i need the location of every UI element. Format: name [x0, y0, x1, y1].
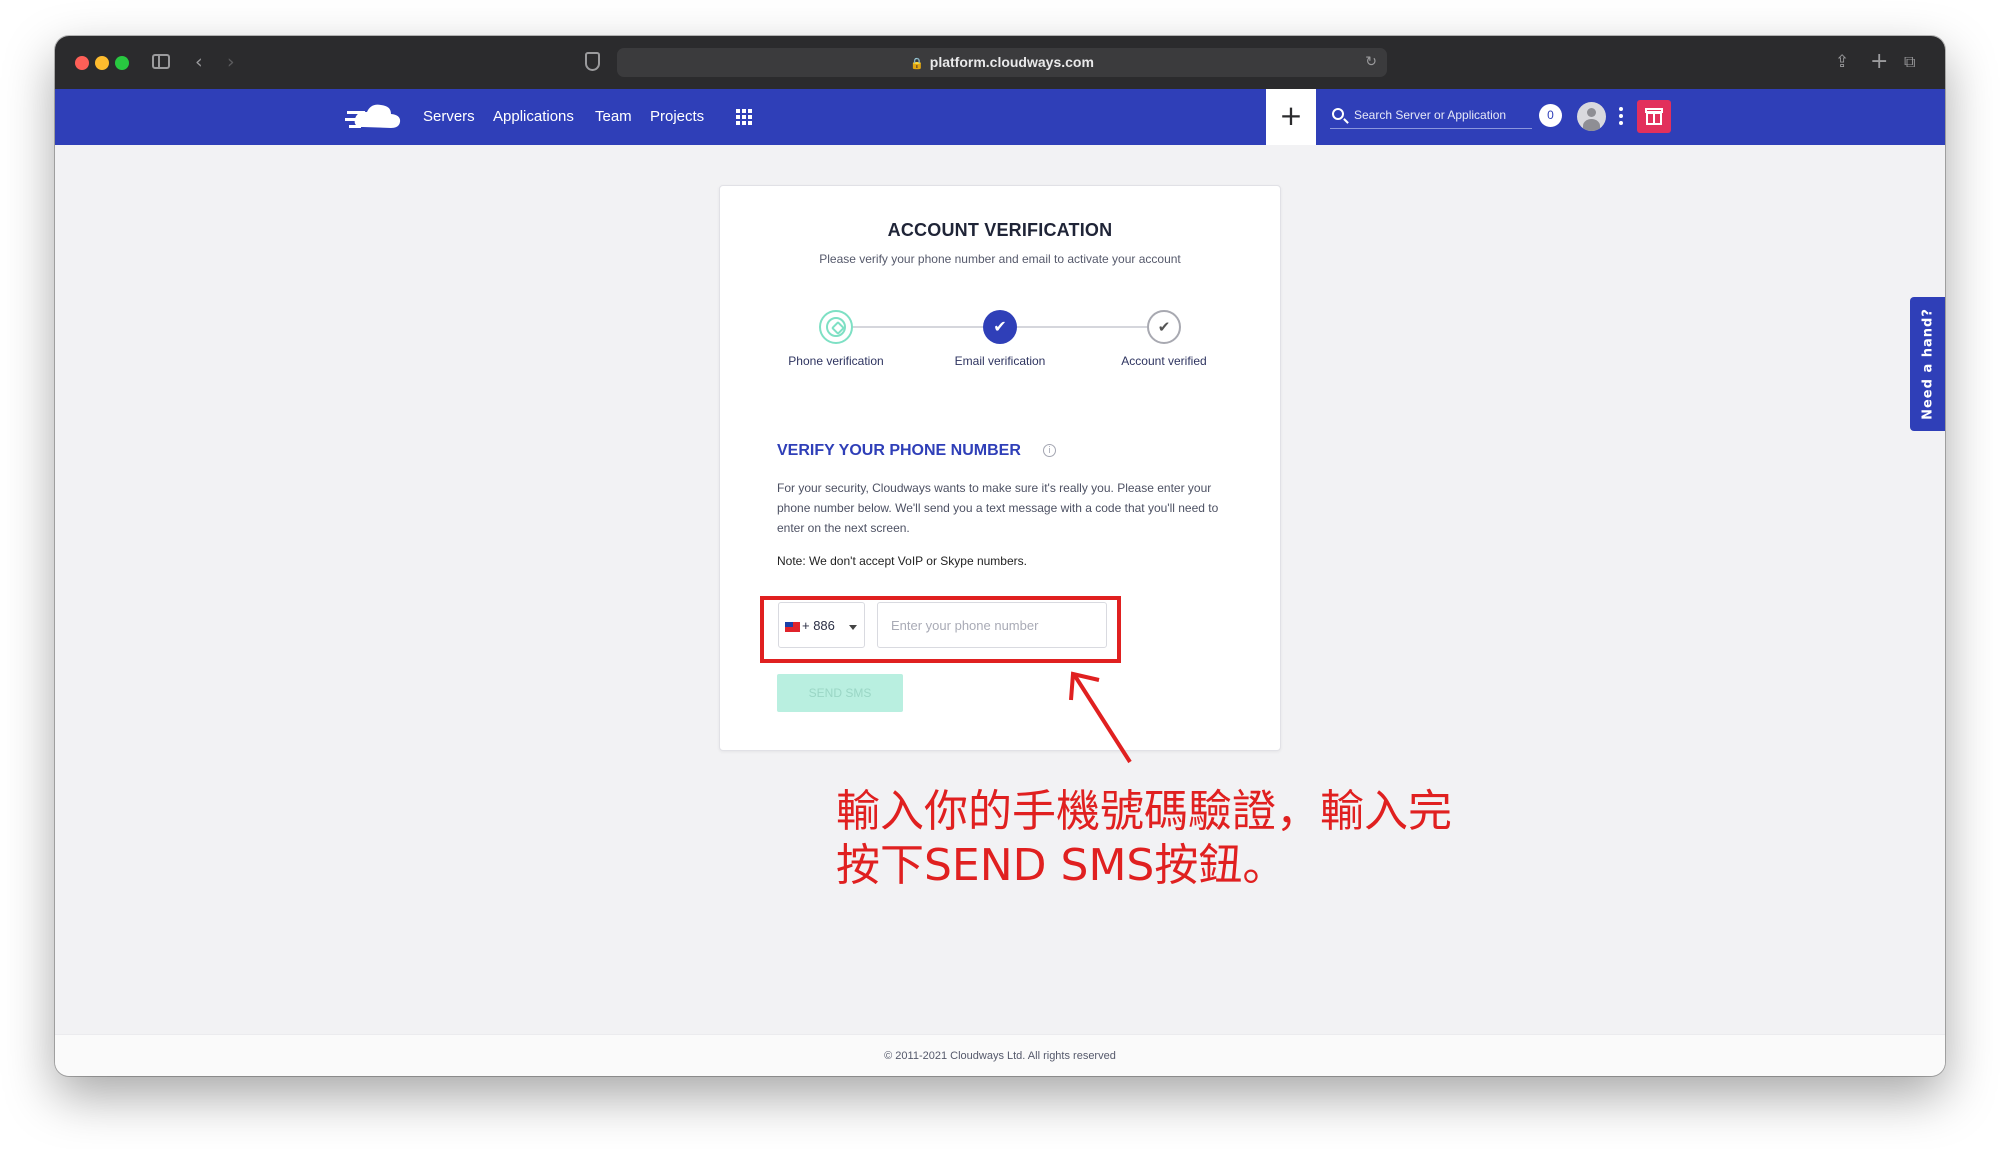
need-a-hand-label: Need a hand? — [1920, 308, 1935, 420]
more-options-icon[interactable] — [1619, 107, 1623, 127]
zoom-window-button[interactable] — [115, 56, 129, 70]
apps-grid-icon[interactable] — [736, 109, 752, 125]
address-bar[interactable]: 🔒 platform.cloudways.com ↻ — [617, 48, 1387, 77]
gift-button[interactable] — [1637, 100, 1671, 133]
browser-toolbar: ‹ › 🔒 platform.cloudways.com ↻ ⇪ + ⧉ — [55, 36, 1945, 89]
need-a-hand-tab[interactable]: Need a hand? — [1910, 297, 1945, 431]
highlight-box — [760, 596, 1121, 663]
reload-icon[interactable]: ↻ — [1365, 48, 1377, 77]
step-label-phone: Phone verification — [788, 354, 884, 368]
section-title: VERIFY YOUR PHONE NUMBER — [777, 442, 1021, 459]
step-label-email: Email verification — [954, 354, 1046, 368]
url-text: platform.cloudways.com — [929, 54, 1094, 70]
minimize-window-button[interactable] — [95, 56, 109, 70]
verification-card: ACCOUNT VERIFICATION Please verify your … — [719, 185, 1281, 751]
cloudways-logo[interactable] — [345, 97, 405, 137]
notification-badge[interactable]: 0 — [1539, 104, 1562, 127]
info-icon[interactable]: i — [1043, 444, 1056, 457]
copyright-text: © 2011-2021 Cloudways Ltd. All rights re… — [884, 1050, 1116, 1062]
add-new-button[interactable]: + — [1266, 89, 1316, 145]
nav-projects[interactable]: Projects — [650, 89, 704, 145]
forward-arrow-icon[interactable]: › — [227, 49, 235, 75]
close-window-button[interactable] — [75, 56, 89, 70]
email-verification-check-icon: ✔ — [983, 310, 1017, 344]
nav-team[interactable]: Team — [595, 89, 632, 145]
account-verified-check-icon: ✔ — [1147, 310, 1181, 344]
privacy-shield-icon[interactable] — [585, 52, 600, 71]
user-avatar[interactable] — [1577, 102, 1606, 131]
nav-applications[interactable]: Applications — [493, 89, 574, 145]
new-tab-icon[interactable]: + — [1870, 49, 1888, 75]
lock-icon: 🔒 — [910, 57, 924, 70]
card-title: ACCOUNT VERIFICATION — [887, 220, 1113, 240]
voip-note: Note: We don't accept VoIP or Skype numb… — [777, 554, 1027, 568]
search-input[interactable] — [1354, 103, 1530, 127]
phone-verification-step-icon — [819, 310, 853, 344]
step-connector — [1017, 326, 1147, 328]
step-connector — [853, 326, 983, 328]
annotation-arrow — [1069, 671, 1132, 764]
sidebar-toggle-icon[interactable] — [152, 54, 170, 69]
back-arrow-icon[interactable]: ‹ — [195, 49, 203, 75]
search-bar[interactable] — [1330, 103, 1532, 129]
card-subtitle: Please verify your phone number and emai… — [819, 252, 1181, 266]
annotation-text: 輸入你的手機號碼驗證，輸入完按下SEND SMS按鈕。 — [836, 786, 1452, 891]
share-icon[interactable]: ⇪ — [1835, 49, 1849, 75]
send-sms-button[interactable]: SEND SMS — [777, 674, 903, 712]
security-description: For your security, Cloudways wants to ma… — [777, 481, 1219, 535]
browser-window: ‹ › 🔒 platform.cloudways.com ↻ ⇪ + ⧉ Serv… — [55, 36, 1945, 1076]
tab-overview-icon[interactable]: ⧉ — [1904, 49, 1915, 75]
footer: © 2011-2021 Cloudways Ltd. All rights re… — [55, 1034, 1945, 1076]
nav-servers[interactable]: Servers — [423, 89, 475, 145]
search-icon — [1332, 108, 1344, 120]
app-navbar: Servers Applications Team Projects + 0 — [55, 89, 1945, 145]
step-label-account: Account verified — [1121, 354, 1207, 368]
